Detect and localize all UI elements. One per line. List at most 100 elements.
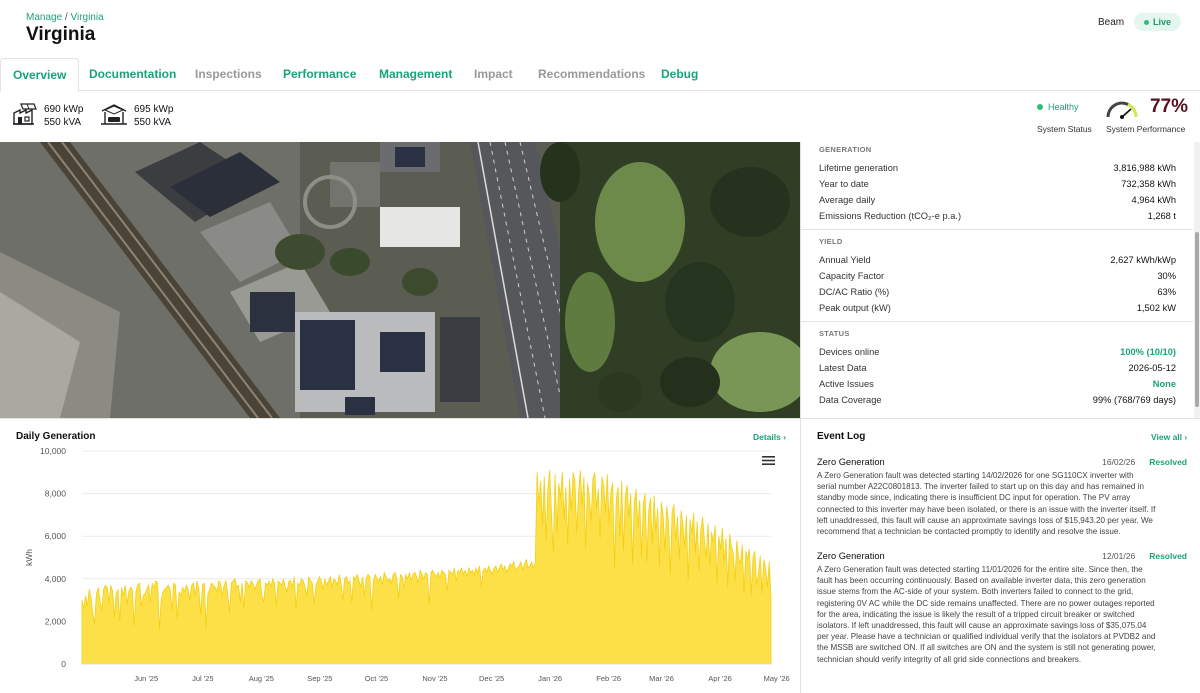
metric-value: 3,816,988 kWh xyxy=(1113,163,1176,173)
daily-generation-chart[interactable]: 0 2,000 4,000 6,000 8,000 10,000 kWh Jun '25 Jul… xyxy=(0,440,800,693)
x-tick-label: May '26 xyxy=(764,674,790,683)
breadcrumb-current-link[interactable]: Virginia xyxy=(70,12,103,23)
event-line: connected to this inverter may have been… xyxy=(817,504,1156,514)
event-header: Zero Generation 12/01/26 Resolved xyxy=(817,549,1187,563)
satellite-imagery xyxy=(0,142,800,418)
event-line: serial number A22C0801813. The inverter … xyxy=(817,482,1144,492)
metric-value: 99% (768/769 days) xyxy=(1092,395,1176,405)
metric-value: 2026-05-12 xyxy=(1128,363,1176,373)
scrollbar-thumb[interactable] xyxy=(1195,232,1199,407)
metric-label: Data Coverage xyxy=(819,395,882,405)
page-title: Virginia xyxy=(26,24,96,45)
capacity-kwp: 690 kWp xyxy=(44,104,84,115)
breadcrumb-root-link[interactable]: Manage xyxy=(26,12,62,23)
x-tick-label: Apr '26 xyxy=(708,674,732,683)
event-line: for the area, indicating the issue is li… xyxy=(817,609,1135,619)
metric-label: Capacity Factor xyxy=(819,271,885,281)
view-all-label: View all xyxy=(1151,432,1183,442)
event-line: recommend that a technician be contacted… xyxy=(817,527,1121,537)
metric-value: 2,627 kWh/kWp xyxy=(1110,255,1176,265)
system-status-value: Healthy xyxy=(1048,102,1079,112)
system-performance-value: 77% xyxy=(1150,96,1189,117)
metric-row: Capacity Factor 30% xyxy=(819,268,1176,284)
tab-performance[interactable]: Performance xyxy=(283,58,356,91)
metric-row: Lifetime generation 3,816,988 kWh xyxy=(819,160,1176,176)
yield-section-title: YIELD xyxy=(819,237,843,246)
site-satellite-map[interactable] xyxy=(0,142,800,418)
metric-label: Emissions Reduction (tCO₂-e p.a.) xyxy=(819,211,962,221)
metric-value: 1,268 t xyxy=(1147,211,1176,221)
metric-row: Latest Data 2026-05-12 xyxy=(819,360,1176,376)
hamburger-menu-icon[interactable] xyxy=(762,453,775,471)
section-divider xyxy=(801,229,1193,230)
x-tick-label: Nov '25 xyxy=(422,674,447,683)
event-log-title: Event Log xyxy=(817,431,866,442)
metrics-scrollbar[interactable] xyxy=(1194,142,1200,418)
tab-recommendations[interactable]: Recommendations xyxy=(538,58,645,91)
performance-gauge-icon xyxy=(1104,96,1140,125)
system-performance-label: System Performance xyxy=(1106,124,1186,134)
metric-label: Year to date xyxy=(819,179,869,189)
metric-row: Emissions Reduction (tCO₂-e p.a.) 1,268 … xyxy=(819,208,1176,224)
capacity-site-2: 695 kWp 550 kVA xyxy=(100,101,173,131)
metric-label: Peak output (kW) xyxy=(819,303,891,313)
system-status-label: System Status xyxy=(1037,124,1092,134)
system-status-indicator: Healthy xyxy=(1037,102,1079,112)
x-tick-label: Aug '25 xyxy=(249,674,274,683)
metric-row: Annual Yield 2,627 kWh/kWp xyxy=(819,252,1176,268)
view-all-link[interactable]: View all › xyxy=(1151,432,1187,442)
metric-value: 4,964 kWh xyxy=(1131,195,1176,205)
tab-debug[interactable]: Debug xyxy=(661,58,698,91)
event-name: Zero Generation xyxy=(817,457,885,467)
event-status: Resolved xyxy=(1149,551,1187,561)
tab-bar: Overview Documentation Inspections Perfo… xyxy=(0,58,1200,92)
user-name[interactable]: Beam xyxy=(1098,17,1124,28)
tab-inspections[interactable]: Inspections xyxy=(195,58,262,91)
y-axis-label: kWh xyxy=(24,549,34,566)
page-header: Manage / Virginia Virginia Beam Live xyxy=(0,0,1200,58)
x-tick-label: Oct '25 xyxy=(365,674,389,683)
y-tick-label: 0 xyxy=(61,659,66,669)
capacity-kva: 550 kVA xyxy=(44,117,82,128)
event-line: per year. Please have a technician or qu… xyxy=(817,632,1156,642)
live-status-badge: Live xyxy=(1134,13,1182,31)
event-line: fault has been occurring continuously. B… xyxy=(817,576,1146,586)
event-name: Zero Generation xyxy=(817,551,885,561)
y-tick-label: 10,000 xyxy=(40,446,66,456)
y-tick-label: 6,000 xyxy=(45,531,67,541)
generation-section-title: GENERATION xyxy=(819,145,872,154)
metric-row: Devices online 100% (10/10) xyxy=(819,344,1176,360)
factory-solar-icon xyxy=(12,102,38,131)
event-meta: 16/02/26 Resolved xyxy=(1102,457,1187,467)
metric-label: DC/AC Ratio (%) xyxy=(819,287,890,297)
metric-label: Latest Data xyxy=(819,363,867,373)
x-tick-label: Dec '25 xyxy=(479,674,504,683)
metric-value: 63% xyxy=(1157,287,1176,297)
event-item[interactable]: Zero Generation 16/02/26 Resolved A Zero… xyxy=(817,455,1187,537)
status-dot-icon xyxy=(1037,104,1043,110)
tab-impact[interactable]: Impact xyxy=(474,58,513,91)
x-tick-label: Jul '25 xyxy=(192,674,213,683)
metric-row: Data Coverage 99% (768/769 days) xyxy=(819,392,1176,408)
event-line: the MSSB are switched ON. If all switche… xyxy=(817,643,1156,653)
x-tick-label: Feb '26 xyxy=(596,674,621,683)
event-header: Zero Generation 16/02/26 Resolved xyxy=(817,455,1187,469)
event-line: A Zero Generation fault was detected sta… xyxy=(817,565,1143,574)
capacity-kva: 550 kVA xyxy=(134,117,172,128)
breadcrumb: Manage / Virginia xyxy=(26,12,104,23)
tab-documentation[interactable]: Documentation xyxy=(89,58,176,91)
metric-value: 30% xyxy=(1157,271,1176,281)
tab-management[interactable]: Management xyxy=(379,58,452,91)
y-tick-label: 4,000 xyxy=(45,574,67,584)
event-line: isolators. If left unaddressed, this fau… xyxy=(817,621,1147,631)
event-line: left unaddressed, this fault will cause … xyxy=(817,515,1153,525)
event-date: 12/01/26 xyxy=(1102,551,1136,561)
metric-value: 100% (10/10) xyxy=(1120,347,1176,357)
metric-value: None xyxy=(1152,379,1176,389)
tab-overview[interactable]: Overview xyxy=(0,58,80,92)
metric-value: 732,358 kWh xyxy=(1121,179,1176,189)
breadcrumb-separator: / xyxy=(64,12,68,23)
event-item[interactable]: Zero Generation 12/01/26 Resolved A Zero… xyxy=(817,549,1187,665)
metric-row: Average daily 4,964 kWh xyxy=(819,192,1176,208)
event-status: Resolved xyxy=(1149,457,1187,467)
